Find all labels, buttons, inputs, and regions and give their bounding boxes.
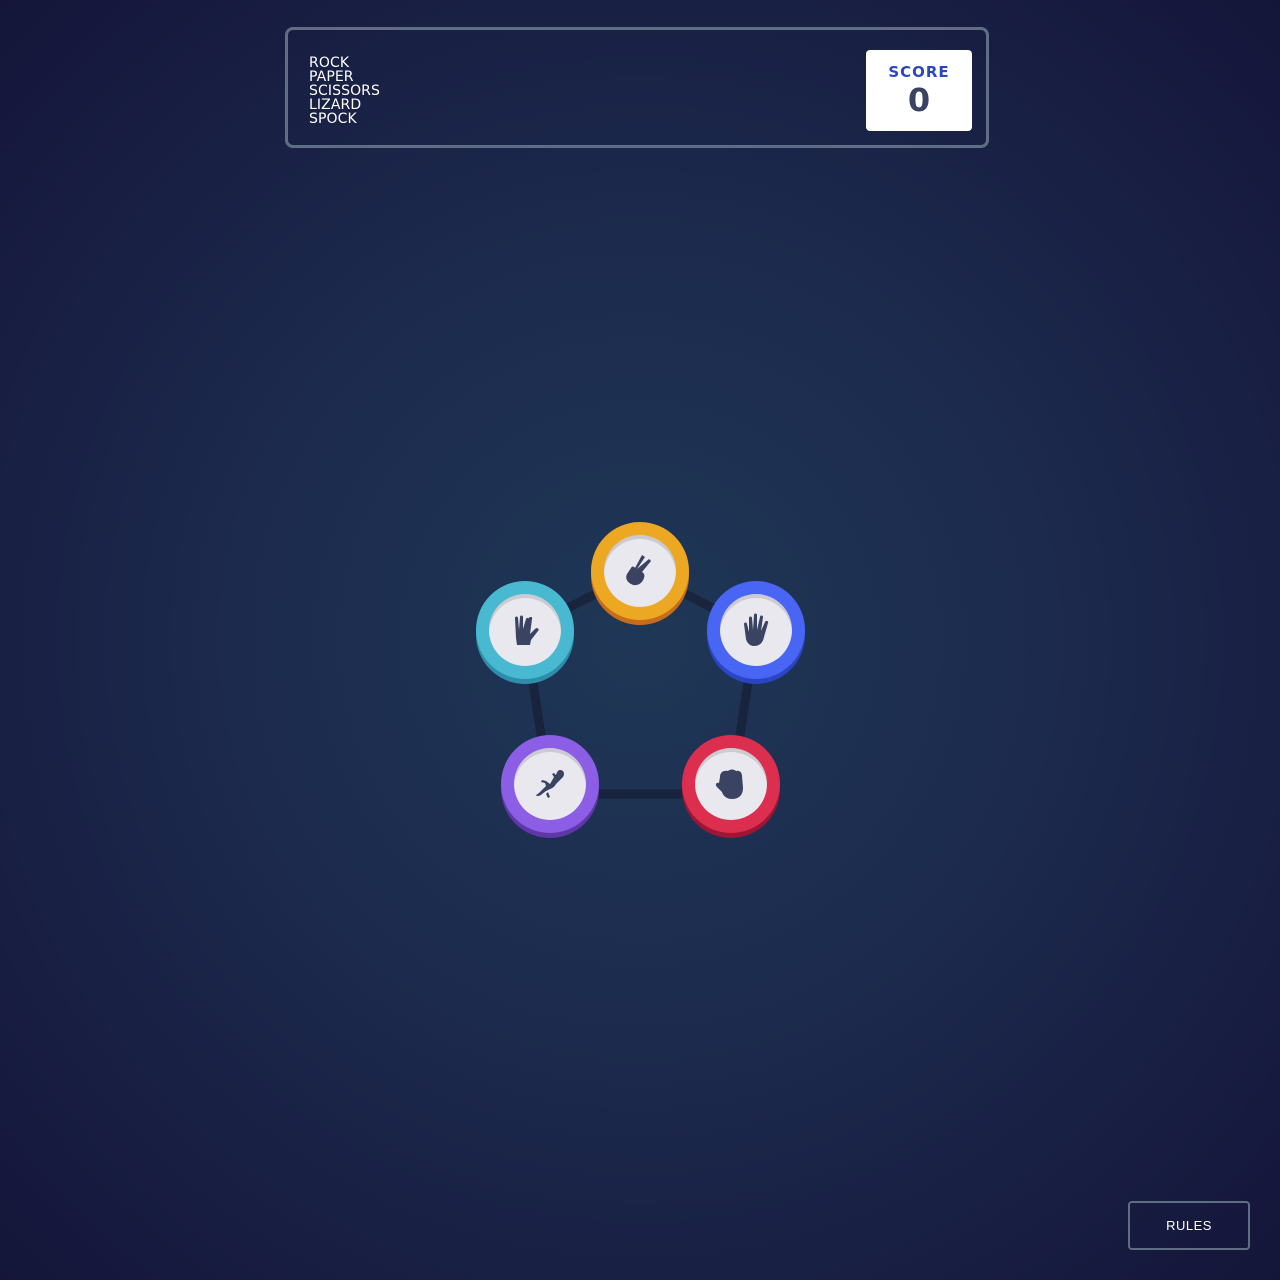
lizard-icon (536, 770, 564, 798)
rock-chip-face (695, 748, 767, 820)
scissors-hand-icon (626, 555, 651, 586)
scissors-chip-face (604, 535, 676, 607)
rock-fist-icon (715, 769, 743, 799)
game-board (0, 0, 1280, 1280)
rock-button[interactable] (682, 735, 780, 833)
spock-chip-face (489, 594, 561, 666)
spock-button[interactable] (476, 581, 574, 679)
scissors-button[interactable] (591, 522, 689, 620)
lizard-button[interactable] (501, 735, 599, 833)
lizard-chip-face (514, 748, 586, 820)
paper-button[interactable] (707, 581, 805, 679)
paper-hand-icon (744, 613, 769, 646)
rules-button[interactable]: RULES (1128, 1201, 1250, 1250)
paper-chip-face (720, 594, 792, 666)
pentagon-outline (520, 566, 761, 799)
spock-hand-icon (515, 615, 539, 645)
